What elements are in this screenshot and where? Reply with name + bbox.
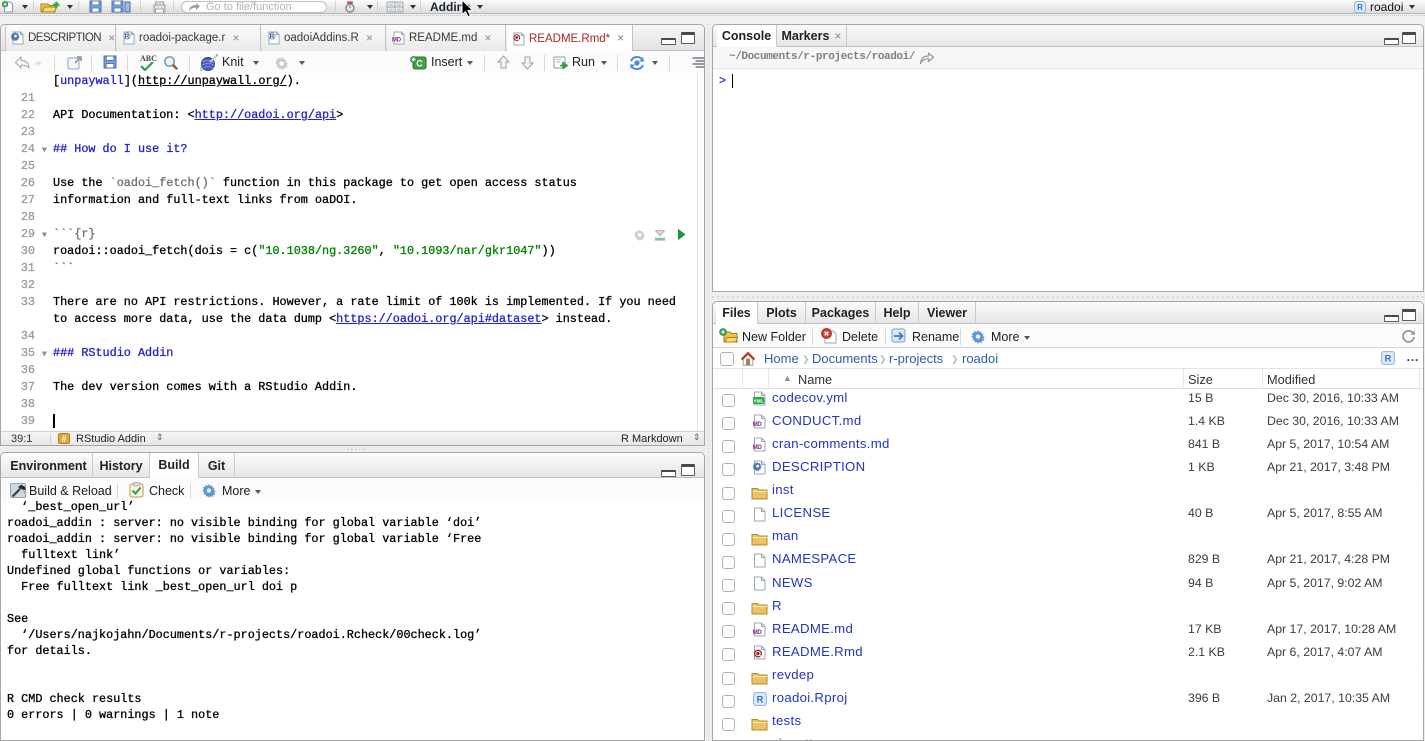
svg-text:MD: MD [753, 444, 762, 451]
svg-text:R: R [270, 33, 275, 40]
svg-text:MD: MD [753, 421, 762, 428]
svg-text:MD: MD [392, 38, 402, 44]
svg-text:R: R [1357, 3, 1363, 12]
svg-text:R: R [757, 694, 764, 704]
svg-text:R: R [1385, 354, 1392, 364]
svg-text:YML: YML [753, 398, 763, 404]
svg-text:s: s [200, 65, 203, 72]
svg-text:MD: MD [753, 629, 762, 636]
svg-text:R: R [125, 33, 130, 40]
svg-text:C: C [416, 59, 423, 69]
